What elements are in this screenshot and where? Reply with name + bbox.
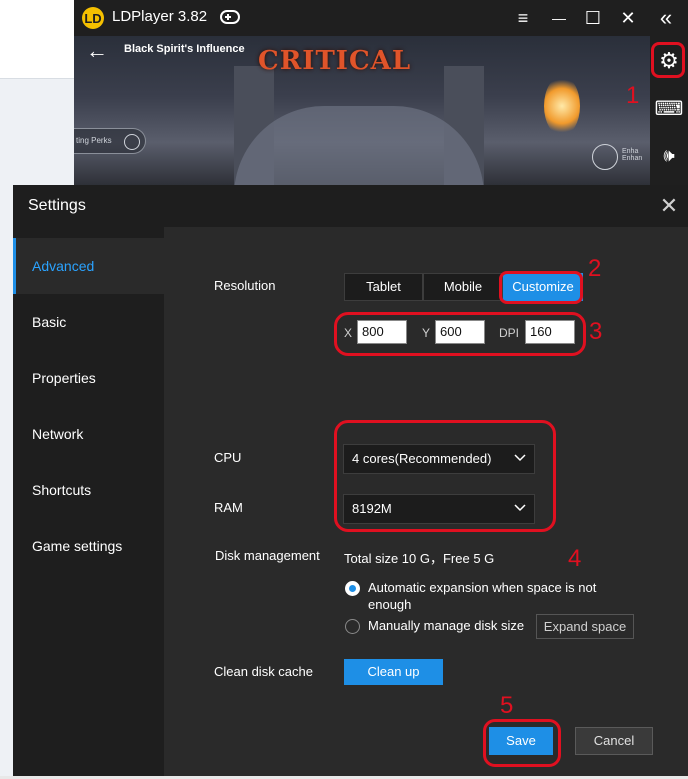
collapse-sidebar-icon[interactable]: « [654,6,678,30]
game-fire [544,76,580,136]
screen: LD LDPlayer 3.82 ≡ — ☐ ✕ « ← Black Spiri… [0,0,688,779]
annotation-number-2: 2 [588,255,602,282]
annotation-number-3: 3 [589,318,603,345]
disk-auto-expand-label[interactable]: Automatic expansion when space is not en… [368,579,613,613]
nav-item-shortcuts[interactable]: Shortcuts [13,462,164,518]
cancel-button[interactable]: Cancel [575,727,653,755]
settings-header: Settings ✕ [13,185,688,227]
annotation-number-1: 1 [626,82,640,109]
expand-space-button[interactable]: Expand space [536,614,634,639]
ldplayer-titlebar: LD LDPlayer 3.82 ≡ — ☐ ✕ « [74,0,688,36]
annotation-box-customize [499,271,583,304]
nav-item-advanced[interactable]: Advanced [13,238,164,294]
close-icon[interactable]: ✕ [616,6,640,30]
ldplayer-window: LD LDPlayer 3.82 ≡ — ☐ ✕ « ← Black Spiri… [74,0,688,188]
game-quest-title: Black Spirit's Influence [124,43,245,55]
game-back-arrow-icon[interactable]: ← [86,38,108,64]
clean-up-button[interactable]: Clean up [344,659,443,685]
ldplayer-logo-icon: LD [82,7,104,29]
annotation-box-resolution-fields [334,312,586,356]
menu-icon[interactable]: ≡ [511,6,535,30]
nav-item-basic[interactable]: Basic [13,294,164,350]
clean-disk-cache-label: Clean disk cache [214,664,313,679]
nav-item-properties[interactable]: Properties [13,350,164,406]
nav-item-network[interactable]: Network [13,406,164,462]
settings-close-icon[interactable]: ✕ [656,193,682,219]
settings-title: Settings [28,197,86,214]
disk-manual-label[interactable]: Manually manage disk size [368,617,524,634]
disk-manual-radio[interactable] [345,619,360,634]
settings-nav: Advanced Basic Properties Network Shortc… [13,227,164,779]
annotation-number-5: 5 [500,692,514,719]
app-title: LDPlayer 3.82 [112,8,208,25]
disk-management-label: Disk management [215,548,320,563]
game-critical-text: CRITICAL [258,46,412,76]
cpu-label: CPU [214,450,242,465]
annotation-box-cpu-ram [334,420,556,532]
perks-icon [124,134,140,150]
ram-label: RAM [214,500,243,515]
disk-auto-expand-radio[interactable] [345,581,360,596]
game-viewport[interactable]: ← Black Spirit's Influence CRITICAL ting… [74,36,650,188]
volume-up-icon[interactable]: 🕪 [654,140,684,170]
minimize-icon[interactable]: — [547,6,571,30]
ldplayer-logo-glyph: LD [84,10,102,26]
enhance-label-1: Enha [622,148,639,155]
gamepad-icon[interactable] [220,10,240,24]
nav-item-game-settings[interactable]: Game settings [13,518,164,574]
resolution-mobile-option[interactable]: Mobile [423,273,503,301]
resolution-tablet-option[interactable]: Tablet [344,273,423,301]
resolution-label: Resolution [214,278,276,293]
keyboard-mapping-icon[interactable]: ⌨ [654,94,684,124]
enhance-label-2: Enhan [622,155,643,162]
annotation-number-4: 4 [568,545,582,572]
annotation-box-save [483,719,561,767]
disk-size-info: Total size 10 G，Free 5 G [344,551,495,566]
enhance-label: Enha Enhan [622,148,650,184]
maximize-icon[interactable]: ☐ [581,6,605,30]
annotation-box-settings [651,42,685,78]
enhance-icon[interactable] [592,144,618,170]
